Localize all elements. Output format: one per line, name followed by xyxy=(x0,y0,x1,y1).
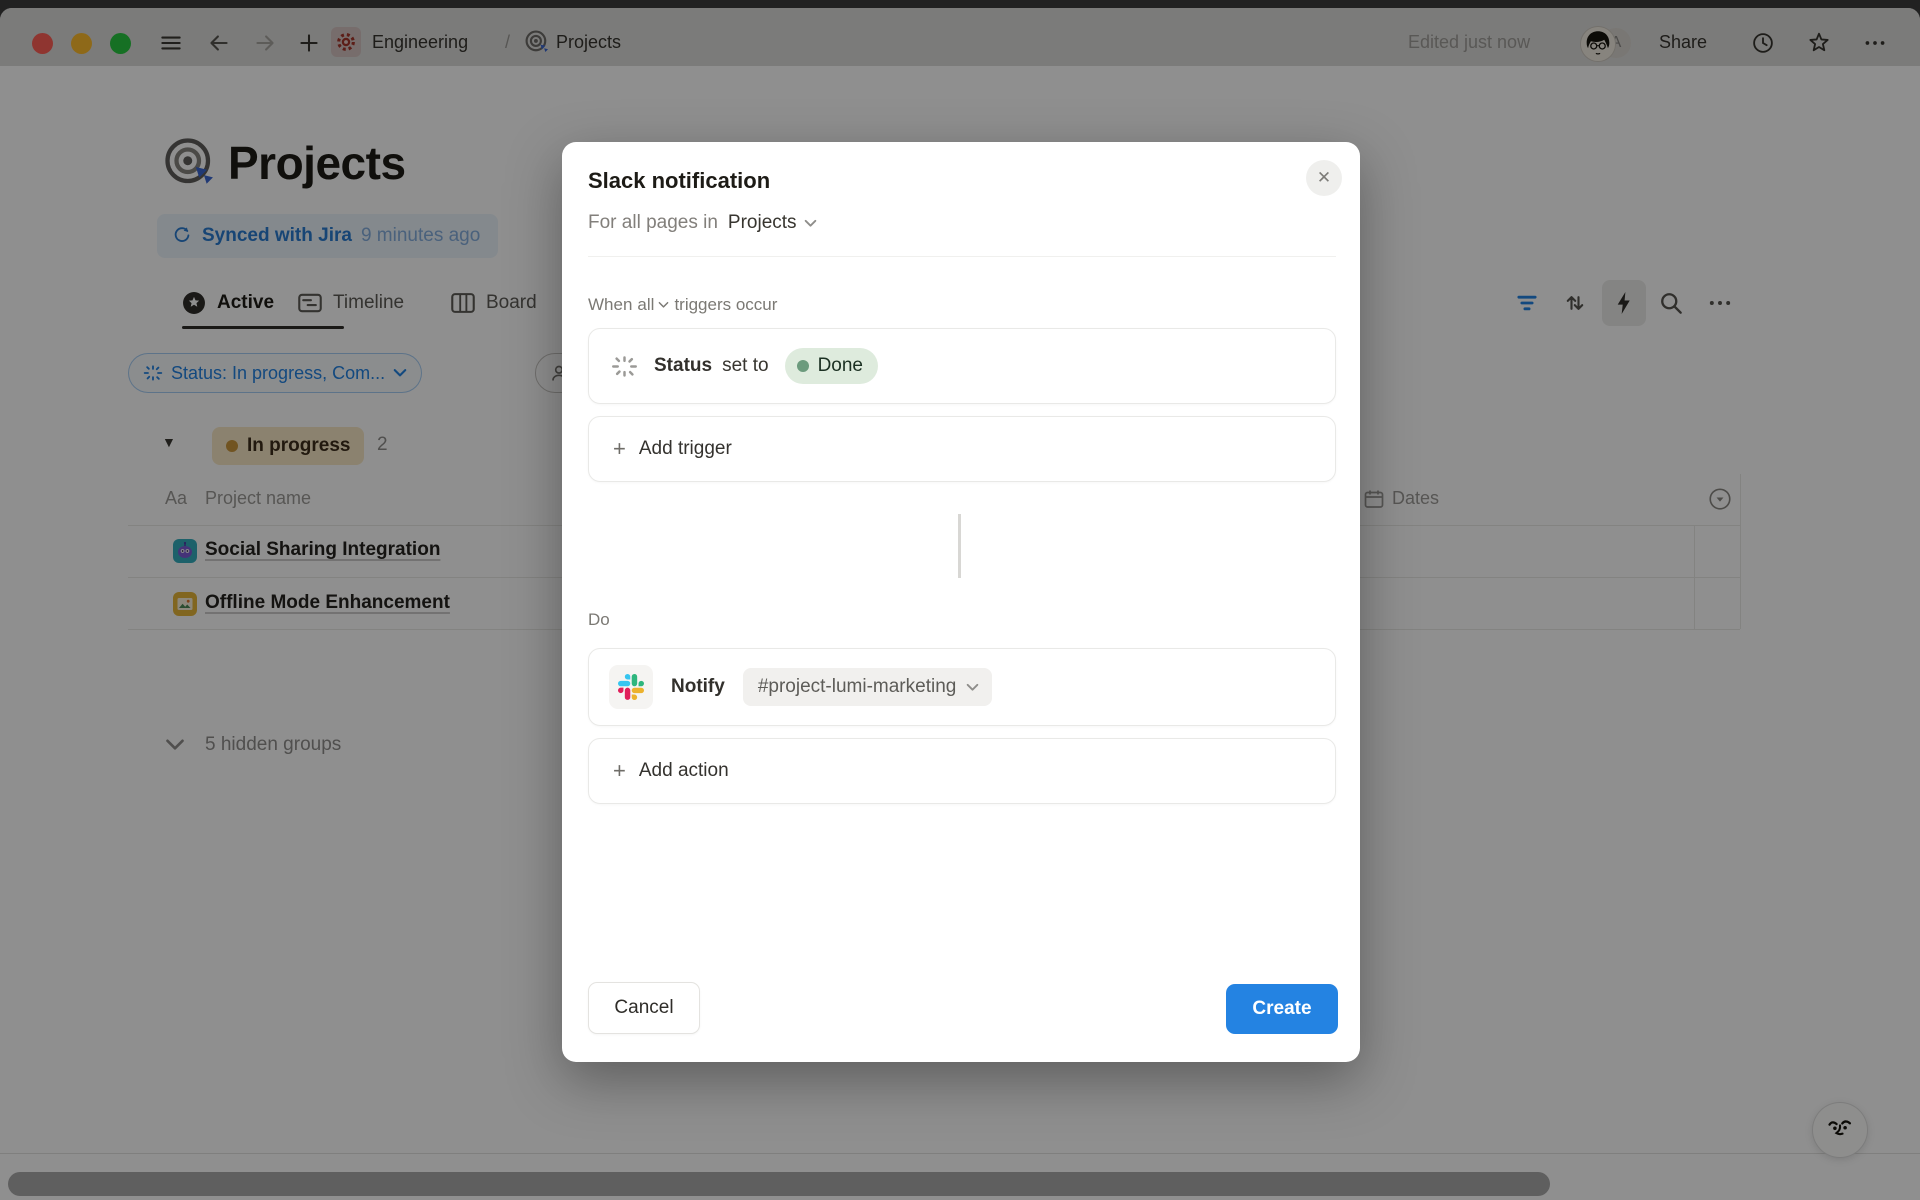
when-suffix: triggers occur xyxy=(674,295,777,315)
action-channel: #project-lumi-marketing xyxy=(758,676,957,698)
add-trigger-button[interactable]: + Add trigger xyxy=(588,416,1336,482)
modal-title: Slack notification xyxy=(588,168,770,194)
screen: Engineering / Projects Edited just now A xyxy=(0,0,1920,1200)
done-status-pill[interactable]: Done xyxy=(785,348,878,384)
channel-select[interactable]: #project-lumi-marketing xyxy=(743,668,993,706)
trigger-property: Status xyxy=(654,355,712,377)
scope-value: Projects xyxy=(728,212,797,234)
when-selector[interactable]: all xyxy=(637,295,669,315)
scope-prefix: For all pages in xyxy=(588,212,718,234)
action-verb: Notify xyxy=(671,676,725,698)
close-icon[interactable]: ✕ xyxy=(1306,160,1342,196)
trigger-connector: set to xyxy=(722,355,768,377)
trigger-value: Done xyxy=(818,355,863,377)
chevron-down-icon xyxy=(658,301,669,309)
do-section-label: Do xyxy=(588,610,610,630)
when-selector-value: all xyxy=(637,295,654,315)
plus-icon: + xyxy=(613,758,626,784)
plus-icon: + xyxy=(613,436,626,462)
scope-selector[interactable]: Projects xyxy=(728,212,817,234)
add-action-label: Add action xyxy=(639,760,729,782)
cancel-button[interactable]: Cancel xyxy=(588,982,700,1034)
action-card[interactable]: Notify #project-lumi-marketing xyxy=(588,648,1336,726)
done-dot xyxy=(797,360,809,372)
chevron-down-icon xyxy=(804,219,817,228)
modal-divider xyxy=(588,256,1336,257)
status-spinner-icon xyxy=(611,353,638,380)
create-button[interactable]: Create xyxy=(1226,984,1338,1034)
modal-scope-row: For all pages in Projects xyxy=(588,212,817,234)
slack-notification-modal: Slack notification ✕ For all pages in Pr… xyxy=(562,142,1360,1062)
trigger-card[interactable]: Status set to Done xyxy=(588,328,1336,404)
add-action-button[interactable]: + Add action xyxy=(588,738,1336,804)
when-section-label: When all triggers occur xyxy=(588,295,777,315)
add-trigger-label: Add trigger xyxy=(639,438,732,460)
slack-logo-tile xyxy=(609,665,653,709)
flow-connector-line xyxy=(958,514,961,578)
chevron-down-icon xyxy=(966,683,979,692)
slack-logo-icon xyxy=(618,674,644,700)
when-prefix: When xyxy=(588,295,632,315)
